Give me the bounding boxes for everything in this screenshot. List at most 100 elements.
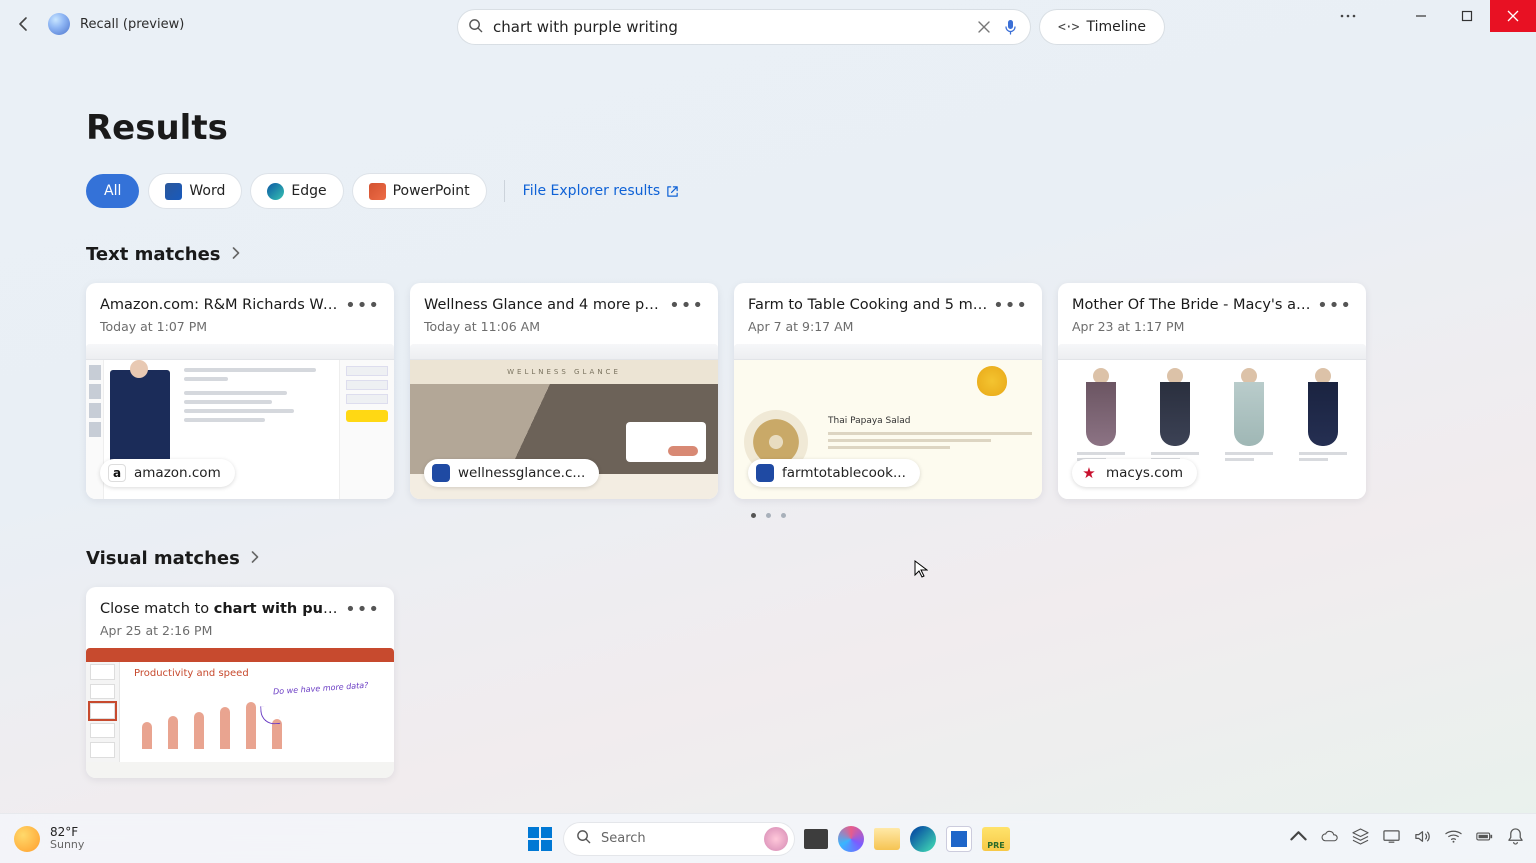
card-timestamp: Apr 25 at 2:16 PM	[100, 623, 380, 638]
maximize-icon	[1461, 10, 1473, 22]
close-icon	[978, 21, 990, 33]
taskbar-center: Search PRE	[526, 823, 1010, 855]
card-title: Close match to chart with purple writing	[100, 601, 340, 617]
timeline-button[interactable]: <·> Timeline	[1040, 10, 1164, 44]
filter-word[interactable]: Word	[149, 174, 241, 208]
results-heading: Results	[86, 108, 1450, 148]
taskbar-search-placeholder: Search	[601, 831, 646, 846]
source-chip: ★ macys.com	[1072, 459, 1197, 487]
tray-overflow-button[interactable]	[1290, 828, 1307, 849]
result-card-powerpoint-chart[interactable]: Close match to chart with purple writing…	[86, 587, 394, 778]
edge-button[interactable]	[910, 826, 936, 852]
search-icon	[576, 829, 591, 848]
search-box[interactable]	[458, 10, 1030, 44]
wellness-favicon	[432, 464, 450, 482]
filter-all[interactable]: All	[86, 174, 139, 208]
card-thumbnail: Thai Papaya Salad farmtotablecook...	[734, 344, 1042, 499]
card-thumbnail: ★ macys.com	[1058, 344, 1366, 499]
result-card-wellness[interactable]: Wellness Glance and 4 more pages - Per..…	[410, 283, 718, 499]
window-controls	[1328, 0, 1536, 32]
external-link-icon	[666, 185, 679, 198]
source-chip: wellnessglance.c...	[424, 459, 599, 487]
chicken-illustration	[977, 366, 1007, 396]
filter-bar: All Word Edge PowerPoint File Explorer r…	[86, 174, 1450, 208]
card-title: Mother Of The Bride - Macy's and 3 mor..…	[1072, 297, 1312, 313]
visual-matches-heading[interactable]: Visual matches	[86, 548, 1450, 569]
close-icon	[1507, 10, 1519, 22]
edge-icon	[267, 183, 284, 200]
card-timestamp: Apr 23 at 1:17 PM	[1072, 319, 1352, 334]
taskbar-search[interactable]: Search	[564, 823, 794, 855]
search-icon	[468, 18, 483, 37]
close-button[interactable]	[1490, 0, 1536, 32]
card-title: Wellness Glance and 4 more pages - Per..…	[424, 297, 664, 313]
back-button[interactable]	[10, 10, 38, 38]
timeline-icon: <·>	[1058, 20, 1078, 35]
pager-dot[interactable]	[751, 513, 756, 518]
app-title: Recall (preview)	[80, 17, 184, 32]
filter-separator	[504, 180, 505, 202]
volume-tray-icon[interactable]	[1414, 828, 1431, 849]
result-card-amazon[interactable]: Amazon.com: R&M Richards Women's P... To…	[86, 283, 394, 499]
voice-search-button[interactable]	[1000, 17, 1020, 37]
file-explorer-button[interactable]	[874, 828, 900, 850]
filter-edge[interactable]: Edge	[251, 174, 342, 208]
weather-condition: Sunny	[50, 839, 84, 851]
main-content: Results All Word Edge PowerPoint File Ex…	[0, 48, 1536, 778]
search-input[interactable]	[493, 18, 968, 36]
notifications-tray-icon[interactable]	[1507, 828, 1524, 849]
card-more-button[interactable]: •••	[1317, 301, 1352, 311]
ellipsis-icon	[1340, 14, 1356, 18]
card-more-button[interactable]: •••	[993, 301, 1028, 311]
weather-sun-icon	[14, 826, 40, 852]
text-matches-heading[interactable]: Text matches	[86, 244, 1450, 265]
maximize-button[interactable]	[1444, 0, 1490, 32]
taskbar-system-tray	[1290, 828, 1524, 849]
farm-favicon	[756, 464, 774, 482]
card-timestamp: Apr 7 at 9:17 AM	[748, 319, 1028, 334]
pager-dot[interactable]	[766, 513, 771, 518]
copilot-button[interactable]	[838, 826, 864, 852]
carousel-pager[interactable]	[86, 513, 1450, 518]
card-thumbnail: WELLNESS GLANCE wellnessglance.c...	[410, 344, 718, 499]
card-timestamp: Today at 1:07 PM	[100, 319, 380, 334]
card-more-button[interactable]: •••	[345, 605, 380, 615]
amazon-favicon: a	[108, 464, 126, 482]
microsoft-store-button[interactable]	[946, 826, 972, 852]
start-button[interactable]	[526, 825, 554, 853]
file-explorer-results-link[interactable]: File Explorer results	[523, 183, 680, 199]
card-title: Amazon.com: R&M Richards Women's P...	[100, 297, 340, 313]
result-card-macys[interactable]: Mother Of The Bride - Macy's and 3 mor..…	[1058, 283, 1366, 499]
task-view-button[interactable]	[804, 829, 828, 849]
taskbar: 82°F Sunny Search PRE	[0, 813, 1536, 863]
source-chip: farmtotablecook...	[748, 459, 920, 487]
filter-powerpoint[interactable]: PowerPoint	[353, 174, 486, 208]
word-icon	[165, 183, 182, 200]
card-more-button[interactable]: •••	[669, 301, 704, 311]
timeline-label: Timeline	[1086, 19, 1146, 35]
card-timestamp: Today at 11:06 AM	[424, 319, 704, 334]
card-more-button[interactable]: •••	[345, 301, 380, 311]
card-title: Farm to Table Cooking and 5 more page...	[748, 297, 988, 313]
chevron-right-icon	[231, 247, 240, 263]
card-thumbnail: a amazon.com	[86, 344, 394, 499]
clear-search-button[interactable]	[974, 17, 994, 37]
preview-app-button[interactable]: PRE	[982, 827, 1010, 851]
network-tray-icon[interactable]	[1445, 828, 1462, 849]
display-tray-icon[interactable]	[1383, 828, 1400, 849]
tray-icon[interactable]	[1352, 828, 1369, 849]
onedrive-tray-icon[interactable]	[1321, 828, 1338, 849]
source-chip: a amazon.com	[100, 459, 235, 487]
minimize-icon	[1415, 10, 1427, 22]
more-options-button[interactable]	[1328, 0, 1368, 32]
battery-tray-icon[interactable]	[1476, 828, 1493, 849]
minimize-button[interactable]	[1398, 0, 1444, 32]
taskbar-weather[interactable]: 82°F Sunny	[14, 826, 84, 852]
microphone-icon	[1004, 19, 1017, 35]
recall-app-icon	[48, 13, 70, 35]
windows-logo-icon	[528, 827, 552, 851]
result-card-farm[interactable]: Farm to Table Cooking and 5 more page...…	[734, 283, 1042, 499]
pager-dot[interactable]	[781, 513, 786, 518]
text-match-cards: Amazon.com: R&M Richards Women's P... To…	[86, 283, 1450, 499]
macys-favicon: ★	[1080, 464, 1098, 482]
